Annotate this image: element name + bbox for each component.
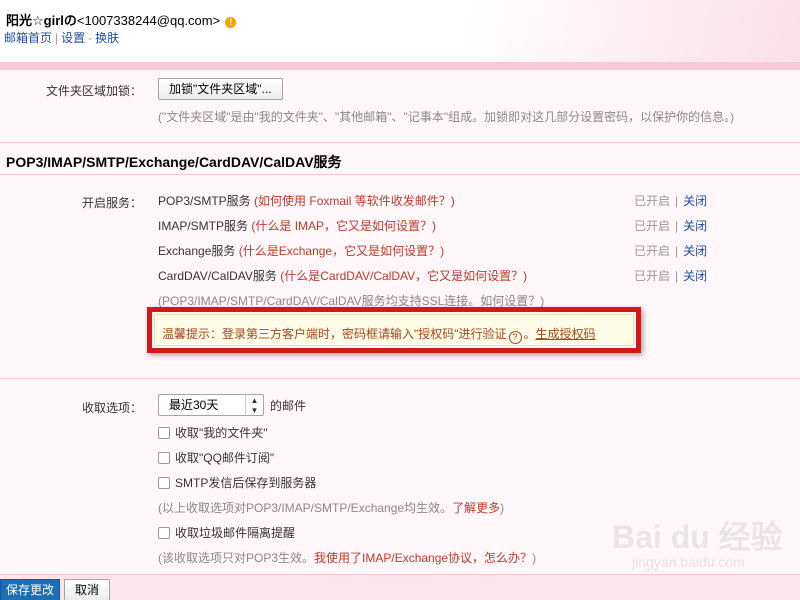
service-help-link[interactable]: (什么是 IMAP，它又是如何设置？): [251, 219, 436, 233]
status-separator: |: [675, 219, 679, 233]
section-divider: [0, 378, 800, 379]
service-status: 已开启 | 关闭: [634, 267, 707, 284]
service-help-link[interactable]: (如何使用 Foxmail 等软件收发邮件？): [254, 194, 455, 208]
service-status: 已开启 | 关闭: [634, 192, 707, 209]
option-label: 收取"我的文件夹": [175, 426, 268, 440]
change-skin-link[interactable]: 换肤: [95, 31, 119, 45]
pop3-only-note: (该收取选项只对POP3生效。我使用了IMAP/Exchange协议，怎么办？): [158, 549, 536, 566]
service-name: CardDAV/CalDAV服务: [158, 269, 277, 283]
folder-lock-label: 文件夹区域加锁：: [46, 84, 143, 98]
header-divider: [0, 62, 800, 70]
user-identity: 阳光☆girlの<1007338244@qq.com>!: [6, 10, 237, 29]
disable-service-link[interactable]: 关闭: [683, 269, 707, 283]
nav-separator: |: [55, 31, 59, 45]
note-end: ): [532, 551, 537, 565]
note-text: (该收取选项只对POP3生效。: [158, 551, 315, 565]
header-decoration: [470, 0, 800, 66]
section-divider: [0, 174, 800, 175]
generate-auth-code-link[interactable]: 生成授权码: [536, 327, 596, 341]
disable-service-link[interactable]: 关闭: [683, 244, 707, 258]
checkbox[interactable]: [158, 452, 170, 464]
section-divider: [0, 142, 800, 143]
folder-lock-button[interactable]: 加锁"文件夹区域"...: [158, 78, 283, 100]
enable-services-label: 开启服务：: [82, 196, 143, 210]
tip-period: 。: [523, 327, 536, 341]
status-enabled: 已开启: [634, 269, 671, 283]
service-help-link[interactable]: (什么是Exchange，它又是如何设置？): [239, 244, 444, 258]
mail-home-link[interactable]: 邮箱首页: [4, 31, 52, 45]
receive-range-value: 最近30天: [169, 398, 219, 412]
services-section-title: POP3/IMAP/SMTP/Exchange/CardDAV/CalDAV服务: [6, 154, 342, 170]
tip-message: 温馨提示：登录第三方客户端时，密码框请输入"授权码"进行验证: [162, 327, 507, 341]
disable-service-link[interactable]: 关闭: [683, 219, 707, 233]
status-enabled: 已开启: [634, 244, 671, 258]
service-status: 已开启 | 关闭: [634, 217, 707, 234]
status-enabled: 已开启: [634, 194, 671, 208]
receive-options-label: 收取选项：: [82, 401, 143, 415]
question-icon[interactable]: ?: [508, 331, 522, 344]
option-smtp-save-sent[interactable]: SMTP发信后保存到服务器: [158, 474, 316, 490]
service-carddav-caldav: CardDAV/CalDAV服务 (什么是CardDAV/CalDAV，它又是如…: [158, 267, 527, 284]
user-name: 阳光☆girlの: [6, 13, 77, 28]
warning-icon[interactable]: !: [225, 17, 237, 28]
up-down-arrow-icon: ▲ ▼: [245, 395, 263, 415]
option-my-folders[interactable]: 收取"我的文件夹": [158, 424, 268, 440]
mail-header: 阳光☆girlの<1007338244@qq.com>! 邮箱首页 | 设置 - 换肤: [0, 0, 800, 66]
checkbox[interactable]: [158, 527, 170, 539]
option-label: SMTP发信后保存到服务器: [175, 476, 317, 490]
imap-exchange-help-link[interactable]: 我使用了IMAP/Exchange协议，怎么办？: [314, 551, 532, 565]
checkbox[interactable]: [158, 477, 170, 489]
learn-more-link[interactable]: 了解更多: [452, 501, 500, 515]
note-end: ): [500, 501, 505, 515]
disable-service-link[interactable]: 关闭: [683, 194, 707, 208]
folder-lock-note: ("文件夹区域"是由"我的文件夹"、"其他邮箱"、"记事本"组成。加锁即对这几部…: [158, 110, 735, 124]
header-nav: 邮箱首页 | 设置 - 换肤: [4, 29, 119, 46]
watermark-url: jingyan.baidu.com: [632, 554, 745, 570]
auth-code-tip: 温馨提示：登录第三方客户端时，密码框请输入"授权码"进行验证? 。生成授权码: [154, 314, 634, 346]
watermark-logo: Bai du 经验: [612, 519, 783, 555]
service-name: POP3/SMTP服务: [158, 194, 251, 208]
service-status: 已开启 | 关闭: [634, 242, 707, 259]
service-name: IMAP/SMTP服务: [158, 219, 249, 233]
option-label: 收取垃圾邮件隔离提醒: [175, 526, 296, 540]
receive-range-select[interactable]: 最近30天 ▲ ▼: [158, 394, 264, 416]
nav-dash: -: [88, 31, 93, 45]
service-exchange: Exchange服务 (什么是Exchange，它又是如何设置？): [158, 242, 444, 259]
option-qq-subscriptions[interactable]: 收取"QQ邮件订阅": [158, 449, 274, 465]
tip-text-line: 温馨提示：登录第三方客户端时，密码框请输入"授权码"进行验证? 。生成授权码: [162, 325, 596, 344]
option-spam-quarantine[interactable]: 收取垃圾邮件隔离提醒: [158, 524, 295, 540]
settings-link[interactable]: 设置: [61, 31, 85, 45]
status-enabled: 已开启: [634, 219, 671, 233]
service-name: Exchange服务: [158, 244, 236, 258]
cancel-button[interactable]: 取消: [64, 579, 111, 600]
action-bar: 保存更改 取消: [0, 574, 800, 600]
status-separator: |: [675, 269, 679, 283]
checkbox[interactable]: [158, 427, 170, 439]
highlight-frame: 温馨提示：登录第三方客户端时，密码框请输入"授权码"进行验证? 。生成授权码: [147, 307, 641, 353]
receive-range-suffix: 的邮件: [270, 399, 307, 413]
service-help-link[interactable]: (什么是CardDAV/CalDAV，它又是如何设置？): [280, 269, 527, 283]
service-imap-smtp: IMAP/SMTP服务 (什么是 IMAP，它又是如何设置？): [158, 217, 436, 234]
service-pop3-smtp: POP3/SMTP服务 (如何使用 Foxmail 等软件收发邮件？): [158, 192, 455, 209]
settings-panel: 文件夹区域加锁： 加锁"文件夹区域"... ("文件夹区域"是由"我的文件夹"、…: [0, 70, 800, 574]
save-changes-button[interactable]: 保存更改: [0, 579, 61, 600]
receive-options-note: (以上收取选项对POP3/IMAP/SMTP/Exchange均生效。了解更多): [158, 499, 504, 516]
note-text: (以上收取选项对POP3/IMAP/SMTP/Exchange均生效。: [158, 501, 453, 515]
option-label: 收取"QQ邮件订阅": [175, 451, 275, 465]
status-separator: |: [675, 194, 679, 208]
user-email: <1007338244@qq.com>: [76, 13, 221, 28]
status-separator: |: [675, 244, 679, 258]
